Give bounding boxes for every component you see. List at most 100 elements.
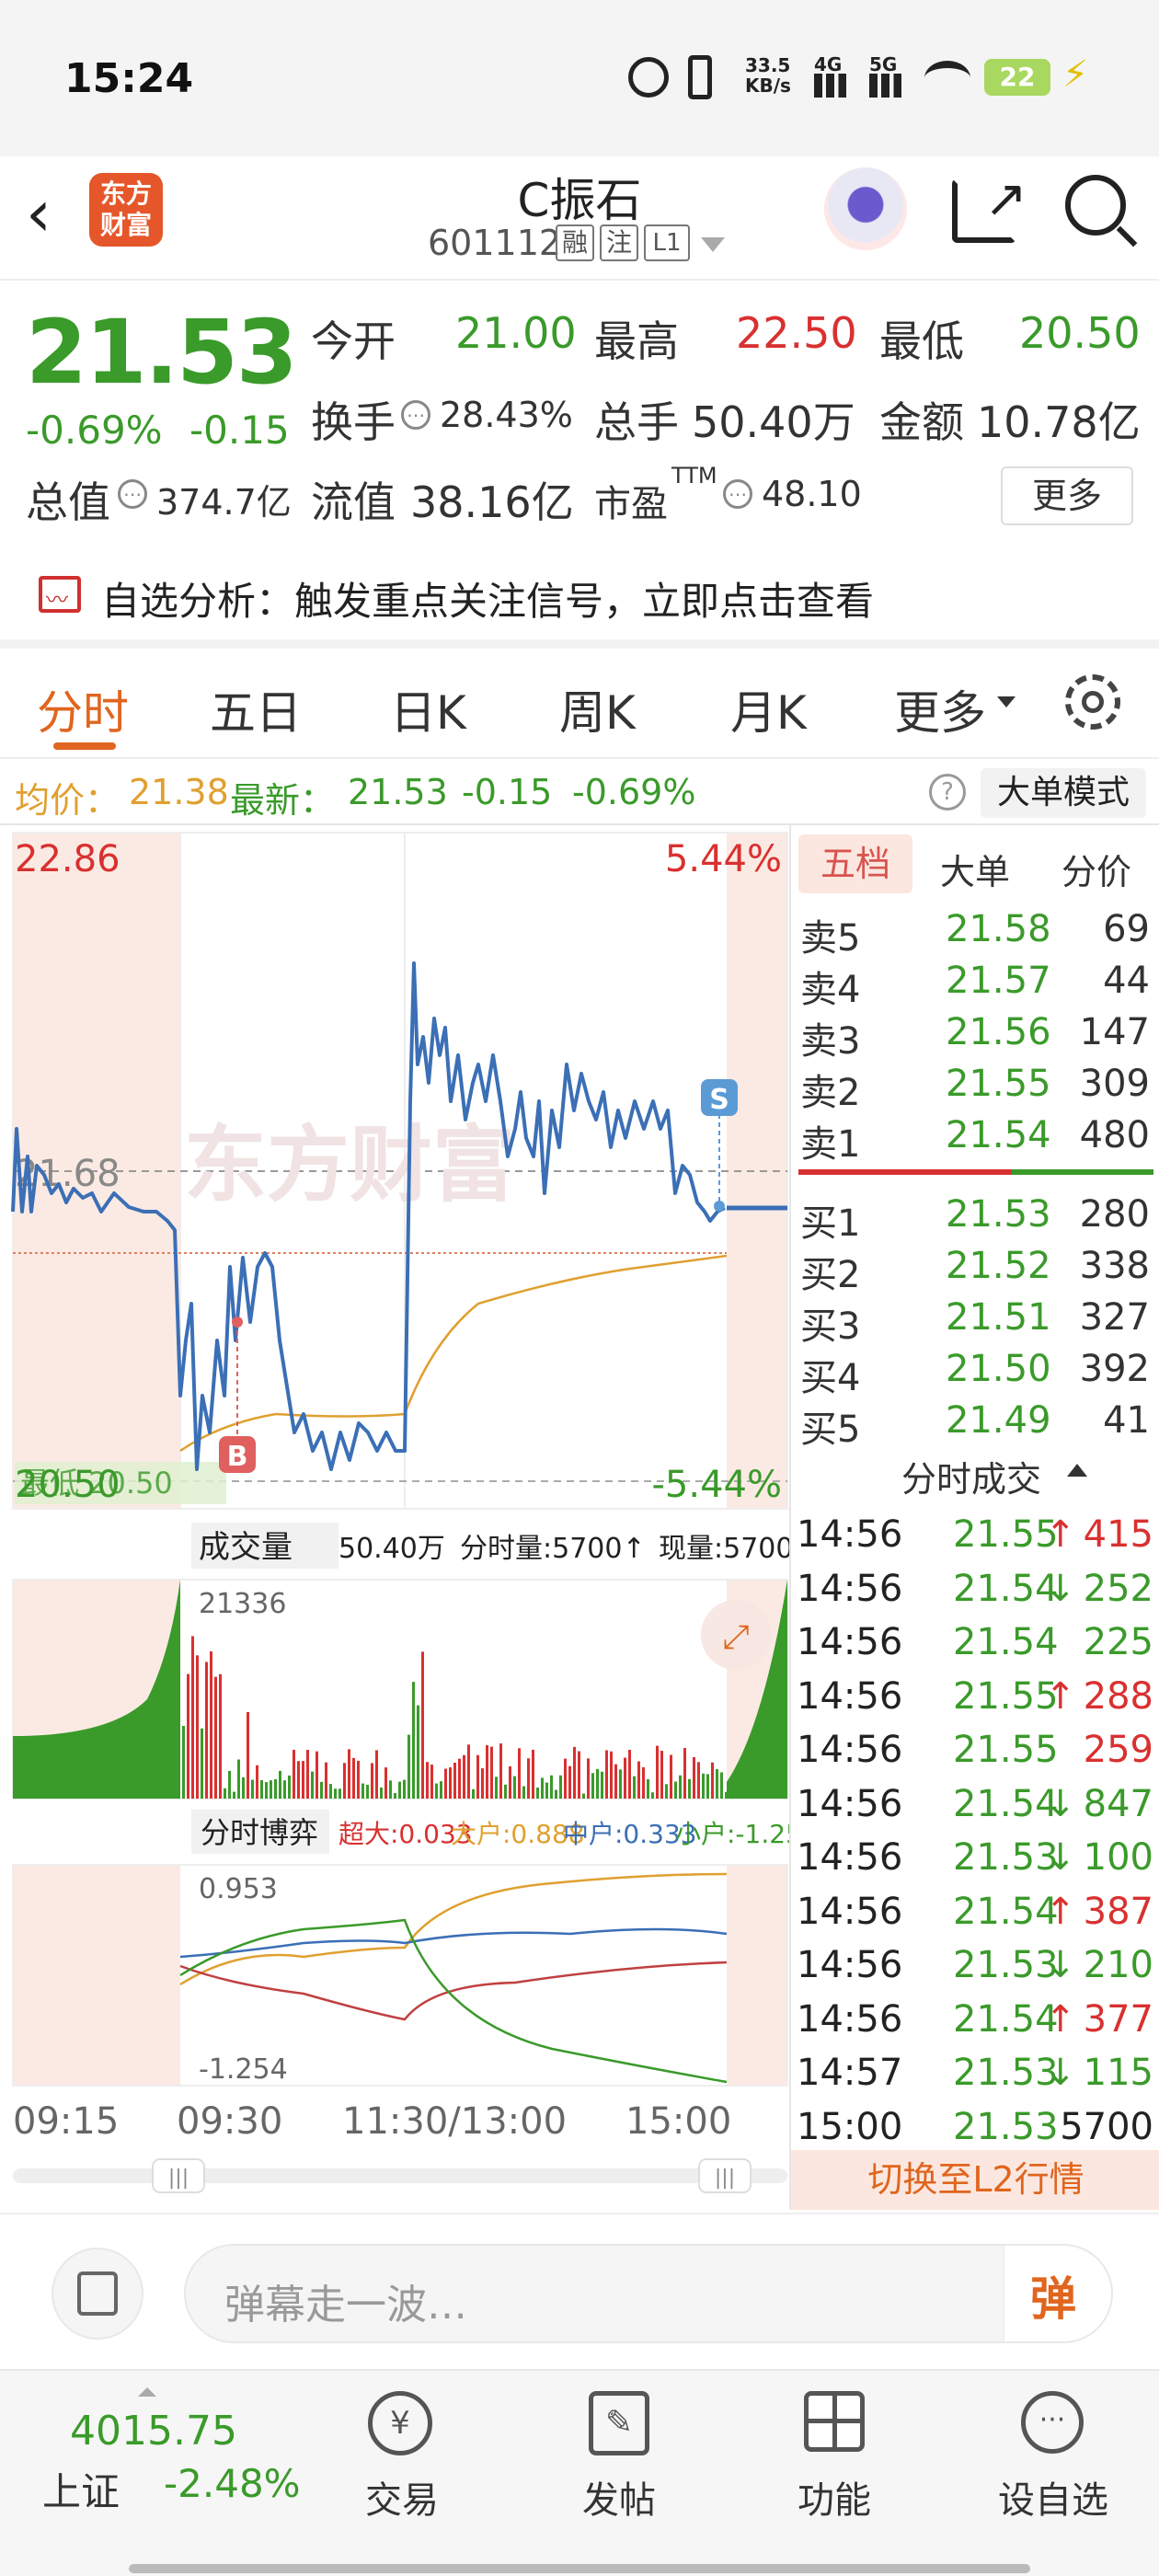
tab-weekly-k[interactable]: 周K	[559, 676, 636, 742]
volume-bar	[527, 1758, 530, 1799]
switch-l2-button[interactable]: 切换至L2行情	[791, 2150, 1159, 2210]
tick-time: 14:56	[797, 1997, 903, 2041]
help-icon[interactable]: ?	[929, 774, 966, 811]
volume-bar	[361, 1783, 364, 1799]
volume-bar	[237, 1759, 240, 1799]
tab-more[interactable]: 更多	[894, 676, 986, 742]
tick-row: 14:56 21.55 ↑ 415	[791, 1513, 1159, 1565]
tick-row: 14:56 21.55 ↑ 288	[791, 1675, 1159, 1727]
dropdown-arrow-icon[interactable]	[701, 237, 725, 252]
bid-row[interactable]: 买1 21.53 280	[791, 1193, 1159, 1245]
tab-big-orders[interactable]: 大单	[940, 844, 1010, 894]
volume-bar	[270, 1780, 272, 1799]
game-selector[interactable]: 分时博弈	[201, 1815, 318, 1850]
volume-bar	[541, 1777, 544, 1799]
status-time: 15:24	[64, 55, 194, 102]
ask-row[interactable]: 卖2 21.55 309	[791, 1063, 1159, 1114]
intraday-chart-area[interactable]: 东方财富 22.86 5.44% 21.68 20.50 最低 20.50 -5…	[0, 825, 819, 2205]
range-slider-track[interactable]	[13, 2168, 787, 2183]
volume-total: 50.40万	[339, 1533, 445, 1565]
ask-row[interactable]: 卖3 21.56 147	[791, 1011, 1159, 1063]
gear-icon-center	[1082, 691, 1104, 713]
volume-bar	[509, 1765, 511, 1799]
volume-bar	[242, 1777, 245, 1799]
volume-bar	[720, 1772, 723, 1799]
volume-label: 总手	[594, 397, 679, 447]
bid-row[interactable]: 买5 21.49 41	[791, 1399, 1159, 1451]
info-icon[interactable]: ⋯	[401, 400, 430, 430]
ai-assistant-avatar[interactable]	[824, 167, 907, 250]
avg-label: 均价：	[15, 780, 120, 821]
volume-bar	[279, 1770, 281, 1799]
bid-label: 买4	[800, 1357, 861, 1399]
sell-marker-dot	[714, 1201, 725, 1212]
volume-bar	[633, 1776, 636, 1799]
signal-icon	[869, 74, 910, 98]
volume-bar	[205, 1662, 208, 1799]
volume-bar	[688, 1778, 691, 1799]
dropdown-arrow-icon	[997, 696, 1016, 707]
volume-bar	[702, 1773, 705, 1799]
volume-bar	[334, 1788, 337, 1799]
tab-add-watchlist[interactable]: 设自选	[984, 2470, 1122, 2524]
search-icon[interactable]	[1065, 175, 1126, 236]
latest-pct: -0.69%	[572, 772, 696, 812]
index-value[interactable]: 4015.75	[70, 2408, 237, 2455]
tab-five-levels[interactable]: 五档	[798, 834, 912, 893]
ask-row[interactable]: 卖4 21.57 44	[791, 960, 1159, 1011]
tab-trade[interactable]: 交易	[333, 2470, 471, 2524]
period-tabs: 分时 五日 日K 周K 月K 更多	[0, 649, 1159, 759]
tab-post[interactable]: 发帖	[550, 2470, 688, 2524]
big-order-mode-button[interactable]: 大单模式	[981, 768, 1146, 818]
ask-label: 卖1	[800, 1123, 861, 1166]
volume-bar	[201, 1728, 203, 1799]
latest-label: 最新：	[230, 780, 336, 821]
bid-row[interactable]: 买3 21.51 327	[791, 1296, 1159, 1348]
ticks-title[interactable]: 分时成交	[901, 1451, 1041, 1501]
open-label: 今开	[311, 316, 396, 366]
latest-value: 21.53	[348, 772, 448, 812]
tab-daily-k[interactable]: 日K	[390, 676, 466, 742]
volume-bar	[435, 1783, 438, 1799]
tick-price: 21.53	[953, 2105, 1059, 2148]
volume-bar	[596, 1768, 599, 1799]
volume-bar	[504, 1784, 507, 1799]
bid-row[interactable]: 买2 21.52 338	[791, 1245, 1159, 1296]
volume-bar	[605, 1750, 608, 1799]
bid-volume: 392	[1079, 1348, 1150, 1390]
ask-row[interactable]: 卖1 21.54 480	[791, 1114, 1159, 1166]
volume-bar	[288, 1775, 291, 1799]
volume-bar	[536, 1788, 539, 1799]
analysis-banner[interactable]: 〰 自选分析：触发重点关注信号，立即点击查看	[0, 543, 1159, 649]
amount-label: 金额	[879, 397, 964, 447]
volume-bar	[453, 1762, 456, 1799]
tick-time: 14:56	[797, 1836, 903, 1879]
ask-row[interactable]: 卖5 21.58 69	[791, 908, 1159, 960]
tab-monthly-k[interactable]: 月K	[730, 676, 807, 742]
tab-intraday[interactable]: 分时	[37, 676, 129, 742]
collapse-arrow-icon[interactable]	[1067, 1464, 1087, 1477]
more-button[interactable]: 更多	[1001, 466, 1133, 525]
tab-price-distribution[interactable]: 分价	[1061, 844, 1131, 894]
volume-bar	[449, 1767, 452, 1799]
tick-price: 21.55	[953, 1513, 1059, 1556]
tick-row: 14:56 21.54 ↑ 387	[791, 1891, 1159, 1942]
volume-selector[interactable]: 成交量	[199, 1529, 293, 1566]
volume-bar	[384, 1767, 387, 1799]
volume-bar	[642, 1766, 645, 1799]
index-name[interactable]: 上证	[42, 2461, 120, 2517]
volume-bar	[182, 1725, 185, 1799]
ask-label: 卖5	[800, 917, 861, 960]
info-icon[interactable]: ⋯	[118, 479, 147, 509]
volume-bar	[647, 1778, 649, 1799]
tab-functions[interactable]: 功能	[765, 2470, 903, 2524]
intraday-chart-svg[interactable]: 东方财富 22.86 5.44% 21.68 20.50 最低 20.50 -5…	[0, 825, 819, 2205]
tick-volume: 387	[1083, 1890, 1153, 1933]
info-icon[interactable]: ⋯	[723, 479, 752, 509]
volume-bar	[444, 1768, 447, 1799]
bid-row[interactable]: 买4 21.50 392	[791, 1348, 1159, 1399]
tab-five-day[interactable]: 五日	[210, 676, 302, 742]
margin-badge: 融	[556, 224, 594, 261]
index-pct[interactable]: -2.48%	[164, 2461, 301, 2506]
tick-volume: 5700	[1060, 2105, 1153, 2148]
